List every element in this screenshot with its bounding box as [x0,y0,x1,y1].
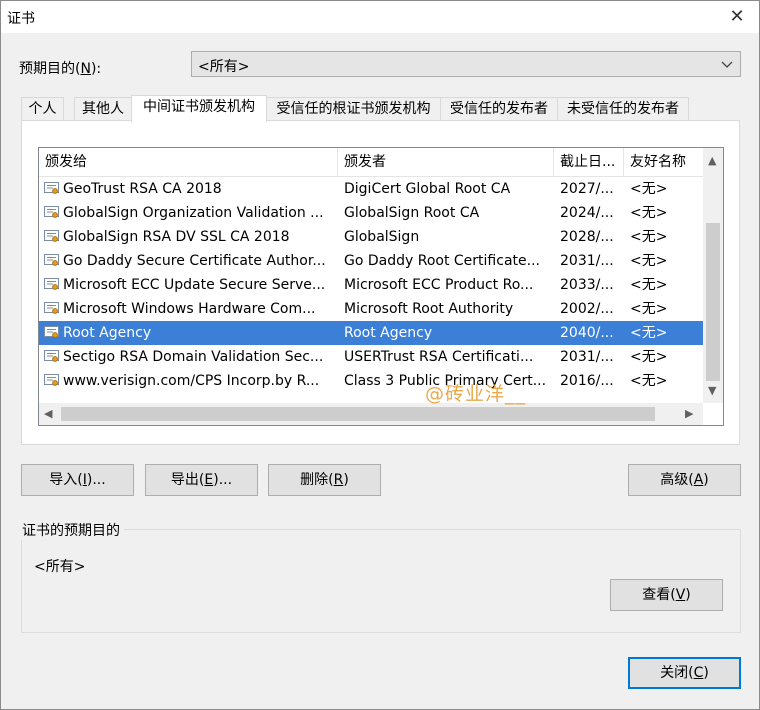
cell-expires: 2031/... [560,253,614,269]
scroll-right-icon[interactable]: ▶ [685,407,693,420]
tab-personal[interactable]: 个人 [21,97,64,121]
cell-friendly-name: <无> [630,205,668,221]
certificate-icon [44,350,59,362]
advanced-button[interactable]: 高级(A) [628,464,741,496]
cell-issued-to: GeoTrust RSA CA 2018 [63,181,222,197]
certificate-icon [44,230,59,242]
vertical-scroll-thumb[interactable] [706,223,720,381]
cell-expires: 2033/... [560,277,614,293]
tab-trusted-root-ca[interactable]: 受信任的根证书颁发机构 [266,97,441,121]
view-button[interactable]: 查看(V) [610,579,723,611]
certificate-list[interactable]: 颁发给 颁发者 截止日... 友好名称 GeoTrust RSA CA 2018… [38,147,724,426]
cell-friendly-name: <无> [630,349,668,365]
cell-expires: 2031/... [560,349,614,365]
cell-friendly-name: <无> [630,253,668,269]
close-window-icon[interactable]: ✕ [715,1,759,33]
purpose-dropdown[interactable]: <所有> [191,51,741,77]
horizontal-scrollbar[interactable]: ◀ ▶ [39,403,703,425]
cell-friendly-name: <无> [630,277,668,293]
column-expiration[interactable]: 截止日... [554,148,624,176]
cell-friendly-name: <无> [630,373,668,389]
cell-issuer: GlobalSign [344,229,420,245]
column-issuer[interactable]: 颁发者 [338,148,554,176]
certificate-icon [44,254,59,266]
window-title: 证书 [7,11,35,27]
cell-issuer: Root Agency [344,325,433,341]
purpose-label: 预期目的(N): [19,61,102,77]
tab-other-people[interactable]: 其他人 [74,97,132,121]
cell-friendly-name: <无> [630,301,668,317]
cell-expires: 2024/... [560,205,614,221]
export-button[interactable]: 导出(E)... [145,464,258,496]
table-row[interactable]: GlobalSign Organization Validation ... Gl… [39,201,703,225]
cell-friendly-name: <无> [630,325,668,341]
certificate-dialog: 证书 ✕ 预期目的(N): <所有> 个人 其他人 中间证书颁发机构 受信任的根… [0,0,760,710]
cell-issuer: Microsoft Root Authority [344,301,514,317]
cell-issuer: USERTrust RSA Certificati... [344,349,534,365]
cell-issued-to: Microsoft Windows Hardware Com... [63,301,316,317]
title-bar: 证书 ✕ [1,1,759,33]
purpose-dropdown-value: <所有> [198,59,250,75]
intended-purposes-group: 证书的预期目的 <所有> 查看(V) [18,520,741,633]
table-row[interactable]: Sectigo RSA Domain Validation Sec... USER… [39,345,703,369]
cell-expires: 2016/... [560,373,614,389]
table-row[interactable]: GeoTrust RSA CA 2018 DigiCert Global Root… [39,177,703,201]
cell-friendly-name: <无> [630,229,668,245]
cell-issued-to: GlobalSign RSA DV SSL CA 2018 [63,229,290,245]
cell-issuer: GlobalSign Root CA [344,205,480,221]
import-button[interactable]: 导入(I)... [21,464,134,496]
chevron-down-icon [720,54,734,77]
certificate-icon [44,374,59,386]
cell-expires: 2028/... [560,229,614,245]
cell-issued-to: GlobalSign Organization Validation ... [63,205,324,221]
horizontal-scroll-thumb[interactable] [61,407,655,421]
cell-expires: 2040/... [560,325,614,341]
table-row[interactable]: www.verisign.com/CPS Incorp.by R... Class… [39,369,703,393]
cell-issued-to: Microsoft ECC Update Secure Serve... [63,277,326,293]
table-row[interactable]: GlobalSign RSA DV SSL CA 2018 GlobalSign 2… [39,225,703,249]
cell-issuer: DigiCert Global Root CA [344,181,511,197]
tab-intermediate-ca[interactable]: 中间证书颁发机构 [131,95,267,122]
table-row[interactable]: Microsoft ECC Update Secure Serve... Micr… [39,273,703,297]
vertical-scrollbar[interactable]: ▲ ▼ [703,148,723,403]
remove-button[interactable]: 删除(R) [268,464,381,496]
scroll-up-icon[interactable]: ▲ [708,154,716,167]
cell-issued-to: Go Daddy Secure Certificate Author... [63,253,326,269]
cell-issued-to: Root Agency [63,325,152,341]
cell-issued-to: Sectigo RSA Domain Validation Sec... [63,349,324,365]
tab-trusted-publishers[interactable]: 受信任的发布者 [440,97,558,121]
scroll-down-icon[interactable]: ▼ [708,384,716,397]
table-row[interactable]: Microsoft Windows Hardware Com... Microso… [39,297,703,321]
column-issued-to[interactable]: 颁发给 [39,148,338,176]
cell-expires: 2027/... [560,181,614,197]
list-header: 颁发给 颁发者 截止日... 友好名称 [39,148,703,177]
purposes-value: <所有> [34,559,86,575]
certificate-icon [44,182,59,194]
table-row[interactable]: Root Agency Root Agency 2040/... <无> [39,321,703,345]
cell-issuer: Go Daddy Root Certificate... [344,253,540,269]
scroll-left-icon[interactable]: ◀ [44,407,52,420]
tab-untrusted-publishers[interactable]: 未受信任的发布者 [557,97,689,121]
group-title: 证书的预期目的 [18,520,124,540]
cell-friendly-name: <无> [630,181,668,197]
column-friendly-name[interactable]: 友好名称 [624,148,703,176]
cell-expires: 2002/... [560,301,614,317]
watermark-text: @砖业洋__ [425,383,527,405]
certificate-icon [44,206,59,218]
cell-issued-to: www.verisign.com/CPS Incorp.by R... [63,373,320,389]
table-row[interactable]: Go Daddy Secure Certificate Author... Go … [39,249,703,273]
certificate-icon [44,302,59,314]
cell-issuer: Microsoft ECC Product Ro... [344,277,534,293]
certificate-icon [44,278,59,290]
close-button[interactable]: 关闭(C) [628,657,741,689]
certificate-icon [44,326,59,338]
